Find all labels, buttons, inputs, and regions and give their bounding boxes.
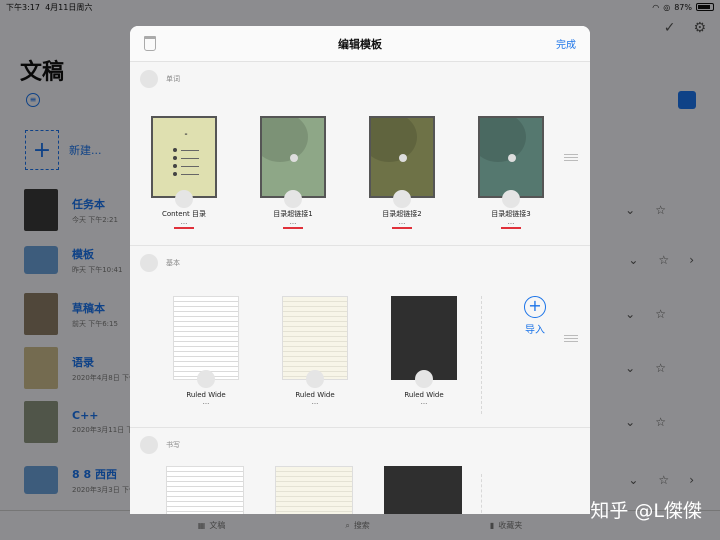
- template-cover: [369, 116, 435, 198]
- divider: [481, 296, 482, 414]
- modal-title: 编辑模板: [338, 37, 382, 51]
- more-icon[interactable]: ...: [138, 219, 230, 226]
- template-thumbnail[interactable]: [166, 466, 244, 514]
- drag-handle-icon[interactable]: [564, 154, 578, 161]
- template-card[interactable]: Ruled Wide...: [378, 296, 470, 406]
- template-cover: [282, 296, 348, 380]
- template-card[interactable]: Ruled Wide...: [160, 296, 252, 406]
- template-cover: ▬: [151, 116, 217, 198]
- done-button[interactable]: 完成: [556, 36, 576, 51]
- more-icon[interactable]: ...: [269, 399, 361, 406]
- section-words: 单词 ▬ Content 目录... 目录超链接1... 目录超链接2... 目录超链接…: [130, 62, 590, 246]
- trash-icon[interactable]: [144, 36, 156, 51]
- select-circle[interactable]: [284, 190, 302, 208]
- edit-template-modal: 编辑模板 完成 单词 ▬ Content 目录... 目录超链接1... 目录超链接2…: [130, 26, 590, 514]
- select-circle[interactable]: [306, 370, 324, 388]
- more-icon[interactable]: ...: [465, 219, 557, 226]
- more-icon[interactable]: ...: [160, 399, 252, 406]
- template-cover: [478, 116, 544, 198]
- more-icon[interactable]: ...: [247, 219, 339, 226]
- modal-header: 编辑模板 完成: [130, 26, 590, 62]
- select-circle[interactable]: [393, 190, 411, 208]
- section-writing: 书写: [130, 428, 590, 514]
- red-underline: [392, 227, 412, 229]
- template-cover: [260, 116, 326, 198]
- select-circle[interactable]: [502, 190, 520, 208]
- section-label: 单词: [166, 75, 180, 83]
- section-select-circle[interactable]: [140, 436, 158, 454]
- section-label: 基本: [166, 259, 180, 267]
- red-underline: [283, 227, 303, 229]
- select-circle[interactable]: [175, 190, 193, 208]
- template-card[interactable]: 目录超链接1...: [247, 116, 339, 229]
- section-label: 书写: [166, 441, 180, 449]
- select-circle[interactable]: [197, 370, 215, 388]
- more-icon[interactable]: ...: [356, 219, 448, 226]
- watermark: 知乎 @L傑傑: [590, 500, 702, 522]
- template-cover: [173, 296, 239, 380]
- red-underline: [501, 227, 521, 229]
- template-cover: [391, 296, 457, 380]
- import-button[interactable]: + 导入: [524, 296, 546, 336]
- select-circle[interactable]: [415, 370, 433, 388]
- plus-icon: +: [524, 296, 546, 318]
- more-icon[interactable]: ...: [378, 399, 470, 406]
- template-card[interactable]: ▬ Content 目录...: [138, 116, 230, 229]
- import-label: 导入: [525, 325, 545, 336]
- template-card[interactable]: Ruled Wide...: [269, 296, 361, 406]
- template-card[interactable]: 目录超链接2...: [356, 116, 448, 229]
- drag-handle-icon[interactable]: [564, 335, 578, 342]
- template-thumbnail[interactable]: [384, 466, 462, 514]
- template-thumbnail[interactable]: [275, 466, 353, 514]
- section-select-circle[interactable]: [140, 70, 158, 88]
- section-select-circle[interactable]: [140, 254, 158, 272]
- divider: [481, 474, 482, 514]
- red-underline: [174, 227, 194, 229]
- template-card[interactable]: 目录超链接3...: [465, 116, 557, 229]
- section-basic: 基本 Ruled Wide... Ruled Wide... Ruled Wide.…: [130, 246, 590, 428]
